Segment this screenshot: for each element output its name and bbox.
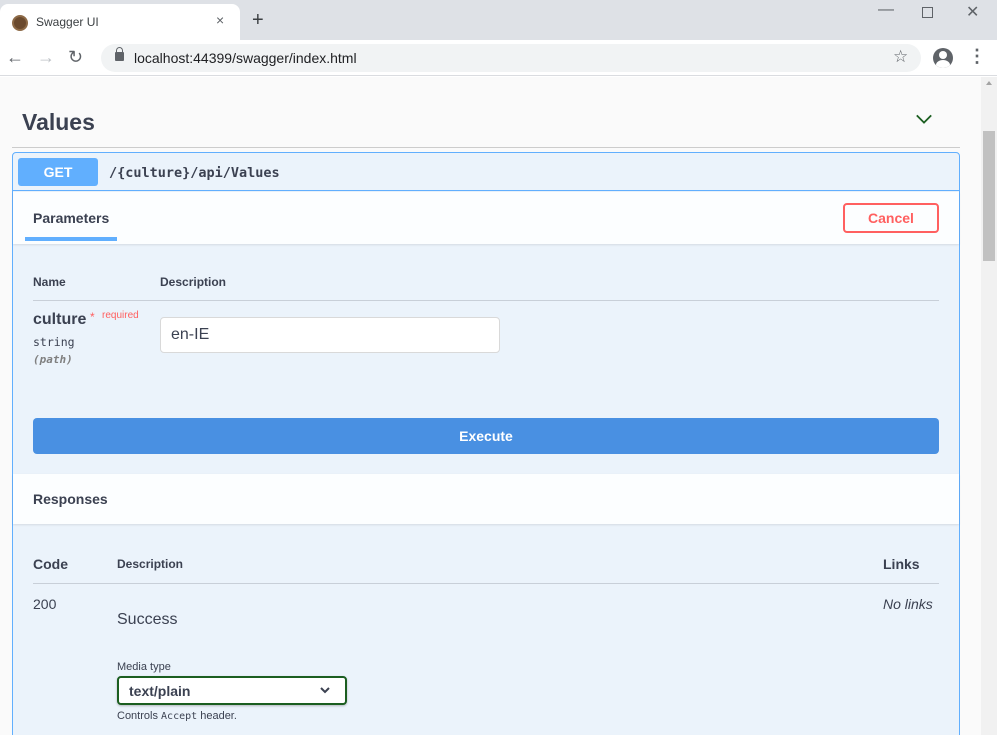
parameter-name: culture	[33, 311, 87, 328]
bookmark-star-icon[interactable]: ☆	[893, 47, 908, 67]
tab-title: Swagger UI	[36, 15, 99, 29]
media-type-select[interactable]: text/plain	[117, 676, 347, 705]
browser-menu-icon[interactable]: ⋮	[968, 47, 986, 65]
response-links: No links	[883, 596, 933, 612]
tag-section-header[interactable]: Values	[12, 102, 960, 148]
media-type-note: Controls Accept header.	[117, 710, 237, 722]
parameters-table-header: Name Description	[33, 275, 939, 301]
lock-icon[interactable]	[115, 47, 124, 61]
note-prefix: Controls	[117, 710, 158, 722]
window-minimize-button[interactable]: —	[878, 1, 894, 19]
page-viewport: Values GET /{culture}/api/Values Paramet…	[0, 77, 981, 735]
swagger-favicon-icon	[12, 15, 28, 31]
column-description-header: Description	[160, 275, 227, 289]
media-type-value[interactable]: text/plain	[129, 683, 190, 699]
column-name-header: Name	[33, 275, 66, 289]
forward-arrow-icon[interactable]: →	[37, 47, 55, 67]
scroll-up-arrow-icon[interactable]	[986, 81, 992, 85]
response-description: Success	[117, 611, 178, 628]
operation-summary[interactable]: GET /{culture}/api/Values	[13, 153, 959, 191]
browser-tab[interactable]: Swagger UI ×	[0, 4, 240, 40]
column-links-header: Links	[883, 556, 920, 572]
responses-header: Responses	[13, 474, 959, 524]
operation-path: /{culture}/api/Values	[109, 165, 280, 181]
operation-block: GET /{culture}/api/Values Parameters Can…	[12, 152, 960, 735]
column-code-header: Code	[33, 556, 68, 572]
required-star: *	[90, 310, 95, 324]
browser-toolbar: ← → ↻ localhost:44399/swagger/index.html…	[0, 40, 997, 76]
reload-icon[interactable]: ↻	[68, 47, 83, 67]
page-scrollbar[interactable]	[981, 77, 997, 735]
parameter-type: string	[33, 335, 75, 349]
new-tab-button[interactable]: +	[252, 10, 264, 30]
culture-input[interactable]	[160, 317, 500, 353]
tab-active-indicator	[25, 237, 117, 241]
note-code: Accept	[161, 711, 198, 722]
responses-title: Responses	[33, 491, 108, 507]
cancel-button[interactable]: Cancel	[843, 203, 939, 233]
browser-tabstrip: Swagger UI × + — ✕	[0, 0, 997, 40]
http-method-badge: GET	[18, 158, 98, 186]
note-suffix: header.	[200, 710, 237, 722]
back-arrow-icon[interactable]: ←	[6, 47, 24, 67]
tab-close-icon[interactable]: ×	[216, 13, 224, 27]
chevron-down-icon[interactable]	[319, 684, 331, 696]
media-type-label: Media type	[117, 661, 171, 673]
responses-table-header: Code Description Links	[33, 556, 939, 584]
window-maximize-button[interactable]	[922, 7, 933, 18]
scrollbar-thumb[interactable]	[983, 131, 995, 261]
required-label: required	[102, 310, 139, 321]
url-text[interactable]: localhost:44399/swagger/index.html	[134, 50, 357, 66]
profile-avatar-icon[interactable]	[933, 48, 953, 68]
window-close-button[interactable]: ✕	[966, 2, 979, 22]
section-title[interactable]: Values	[22, 109, 95, 136]
execute-button[interactable]: Execute	[33, 418, 939, 454]
address-bar[interactable]: localhost:44399/swagger/index.html ☆	[101, 44, 921, 72]
column-description-header: Description	[117, 557, 184, 571]
chevron-down-icon[interactable]	[915, 110, 933, 128]
tab-parameters[interactable]: Parameters	[33, 210, 109, 226]
parameter-location: (path)	[33, 353, 73, 366]
response-code: 200	[33, 596, 57, 612]
parameters-header: Parameters Cancel	[13, 192, 959, 244]
